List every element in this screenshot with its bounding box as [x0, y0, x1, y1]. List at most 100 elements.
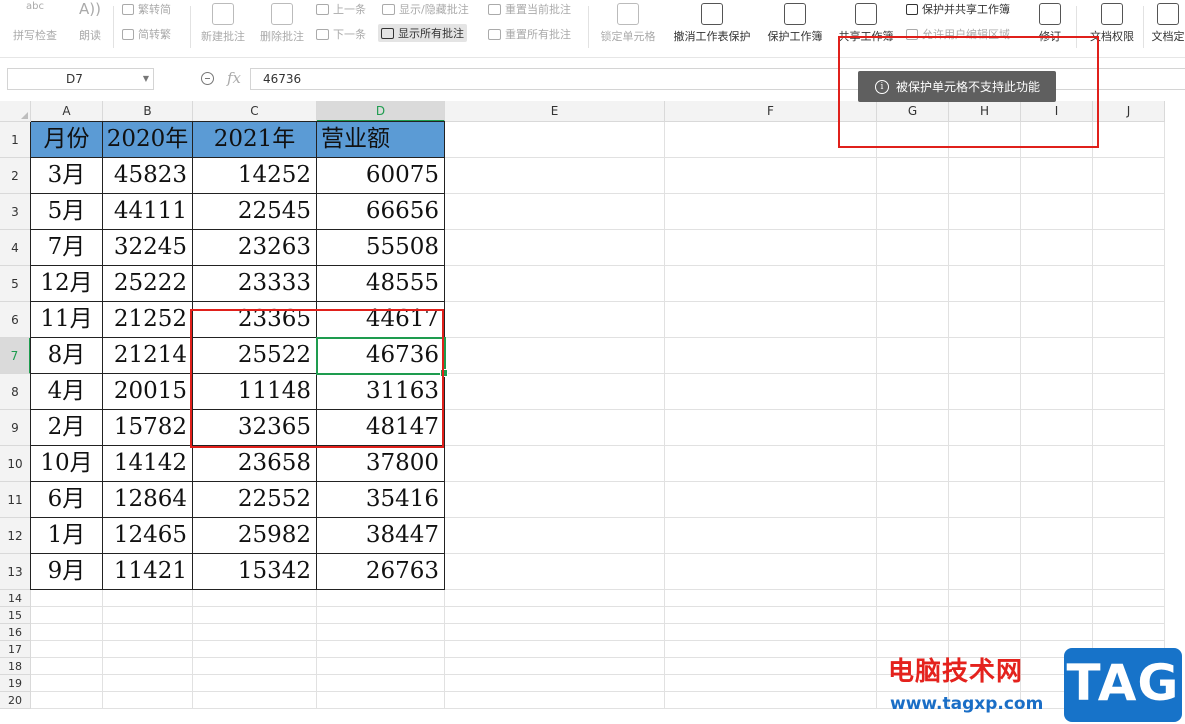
cell-B15[interactable]	[103, 607, 193, 624]
cell-J2[interactable]	[1093, 158, 1165, 194]
next-comment-button[interactable]: 下一条	[316, 26, 366, 42]
column-header-E[interactable]: E	[445, 101, 665, 122]
cell-B17[interactable]	[103, 641, 193, 658]
cell-C20[interactable]	[193, 692, 317, 709]
cell-B13[interactable]: 11421	[103, 554, 193, 590]
lock-cell-button[interactable]: 锁定单元格	[597, 0, 659, 44]
cell-I16[interactable]	[1021, 624, 1093, 641]
cell-A16[interactable]	[31, 624, 103, 641]
cell-C19[interactable]	[193, 675, 317, 692]
column-header-H[interactable]: H	[949, 101, 1021, 122]
simp-to-trad-button[interactable]: 简转繁	[122, 26, 171, 42]
cell-D18[interactable]	[317, 658, 445, 675]
cell-B12[interactable]: 12465	[103, 518, 193, 554]
cell-H7[interactable]	[949, 338, 1021, 374]
cell-F2[interactable]	[665, 158, 877, 194]
row-header-1[interactable]: 1	[0, 122, 31, 158]
cell-F19[interactable]	[665, 675, 877, 692]
column-header-C[interactable]: C	[193, 101, 317, 122]
cell-I1[interactable]	[1021, 122, 1093, 158]
cell-C13[interactable]: 15342	[193, 554, 317, 590]
cell-J13[interactable]	[1093, 554, 1165, 590]
row-header-6[interactable]: 6	[0, 302, 31, 338]
cell-B18[interactable]	[103, 658, 193, 675]
cell-G6[interactable]	[877, 302, 949, 338]
cell-E4[interactable]	[445, 230, 665, 266]
cell-H2[interactable]	[949, 158, 1021, 194]
row-header-20[interactable]: 20	[0, 692, 31, 709]
cell-J4[interactable]	[1093, 230, 1165, 266]
protect-workbook-button[interactable]: 保护工作簿	[763, 0, 827, 44]
column-header-A[interactable]: A	[31, 101, 103, 122]
cell-D7[interactable]: 46736	[317, 338, 445, 374]
cell-H10[interactable]	[949, 446, 1021, 482]
cell-E15[interactable]	[445, 607, 665, 624]
cell-G5[interactable]	[877, 266, 949, 302]
cell-E11[interactable]	[445, 482, 665, 518]
cell-A4[interactable]: 7月	[31, 230, 103, 266]
cell-B1[interactable]: 2020年	[103, 122, 193, 158]
row-header-16[interactable]: 16	[0, 624, 31, 641]
row-header-14[interactable]: 14	[0, 590, 31, 607]
cell-J8[interactable]	[1093, 374, 1165, 410]
cell-H4[interactable]	[949, 230, 1021, 266]
new-comment-button[interactable]: 新建批注	[196, 0, 250, 44]
cell-B19[interactable]	[103, 675, 193, 692]
cell-G9[interactable]	[877, 410, 949, 446]
cell-F3[interactable]	[665, 194, 877, 230]
cell-B6[interactable]: 21252	[103, 302, 193, 338]
cell-I11[interactable]	[1021, 482, 1093, 518]
cell-J6[interactable]	[1093, 302, 1165, 338]
row-header-17[interactable]: 17	[0, 641, 31, 658]
zoom-icon[interactable]	[201, 72, 214, 85]
cell-C4[interactable]: 23263	[193, 230, 317, 266]
delete-comment-button[interactable]: 删除批注	[255, 0, 309, 44]
cell-C16[interactable]	[193, 624, 317, 641]
cell-F13[interactable]	[665, 554, 877, 590]
cell-I14[interactable]	[1021, 590, 1093, 607]
cell-D16[interactable]	[317, 624, 445, 641]
row-header-3[interactable]: 3	[0, 194, 31, 230]
cell-H15[interactable]	[949, 607, 1021, 624]
cell-J7[interactable]	[1093, 338, 1165, 374]
cell-E3[interactable]	[445, 194, 665, 230]
cell-E8[interactable]	[445, 374, 665, 410]
chevron-down-icon[interactable]: ▼	[143, 69, 149, 89]
cell-C6[interactable]: 23365	[193, 302, 317, 338]
cell-C2[interactable]: 14252	[193, 158, 317, 194]
row-header-10[interactable]: 10	[0, 446, 31, 482]
row-header-8[interactable]: 8	[0, 374, 31, 410]
cell-A3[interactable]: 5月	[31, 194, 103, 230]
cell-A2[interactable]: 3月	[31, 158, 103, 194]
cell-D4[interactable]: 55508	[317, 230, 445, 266]
cell-I10[interactable]	[1021, 446, 1093, 482]
cell-E1[interactable]	[445, 122, 665, 158]
cell-G14[interactable]	[877, 590, 949, 607]
cell-B20[interactable]	[103, 692, 193, 709]
cell-H9[interactable]	[949, 410, 1021, 446]
cell-A9[interactable]: 2月	[31, 410, 103, 446]
row-header-15[interactable]: 15	[0, 607, 31, 624]
cell-I3[interactable]	[1021, 194, 1093, 230]
reset-current-comment-button[interactable]: 重置当前批注	[488, 1, 571, 17]
cell-H14[interactable]	[949, 590, 1021, 607]
share-workbook-button[interactable]: 共享工作簿	[834, 0, 898, 44]
cell-G11[interactable]	[877, 482, 949, 518]
cell-G2[interactable]	[877, 158, 949, 194]
row-header-11[interactable]: 11	[0, 482, 31, 518]
cell-D15[interactable]	[317, 607, 445, 624]
cell-D9[interactable]: 48147	[317, 410, 445, 446]
cell-D19[interactable]	[317, 675, 445, 692]
row-header-4[interactable]: 4	[0, 230, 31, 266]
cell-C1[interactable]: 2021年	[193, 122, 317, 158]
cell-J9[interactable]	[1093, 410, 1165, 446]
row-header-9[interactable]: 9	[0, 410, 31, 446]
row-header-18[interactable]: 18	[0, 658, 31, 675]
cell-G3[interactable]	[877, 194, 949, 230]
cell-C17[interactable]	[193, 641, 317, 658]
cell-J16[interactable]	[1093, 624, 1165, 641]
cell-B16[interactable]	[103, 624, 193, 641]
cell-D20[interactable]	[317, 692, 445, 709]
cell-F7[interactable]	[665, 338, 877, 374]
cell-B2[interactable]: 45823	[103, 158, 193, 194]
